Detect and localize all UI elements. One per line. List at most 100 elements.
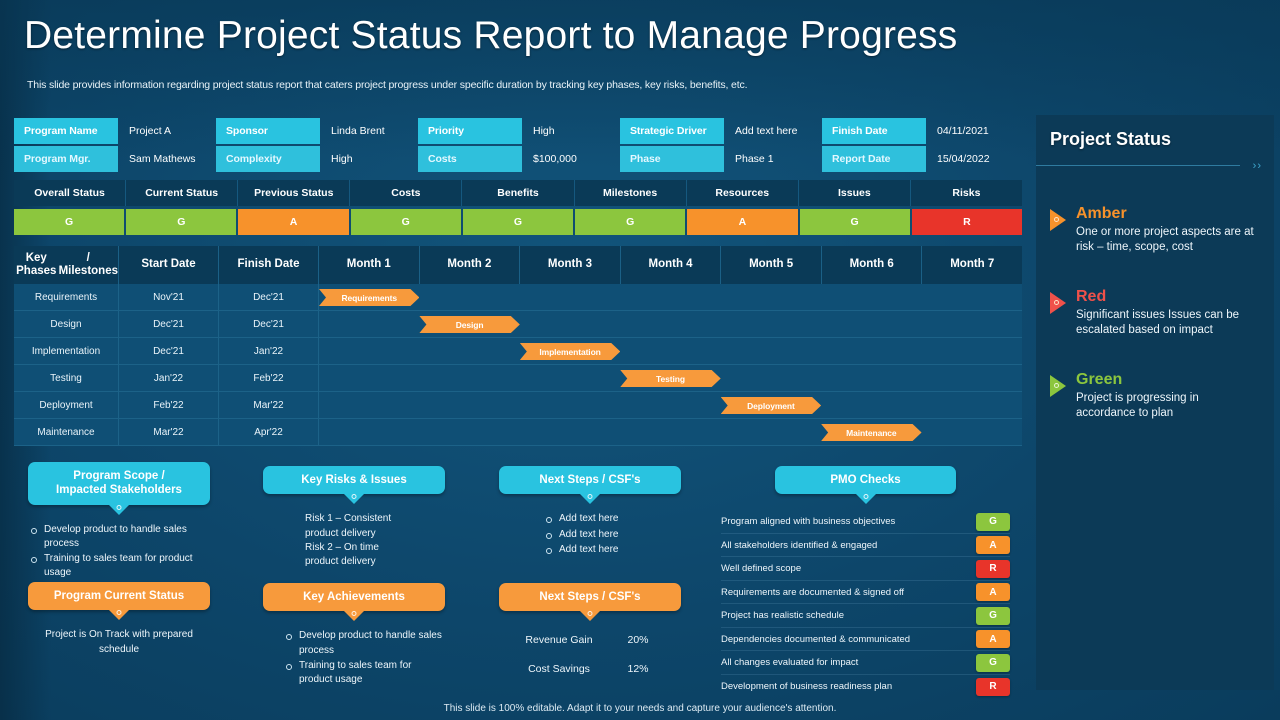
gantt-cell-month-5 (720, 338, 822, 365)
info-label-row1-2: Priority (418, 118, 522, 144)
card-notch-icon (351, 494, 357, 500)
gantt-cell-phase: Requirements (14, 284, 119, 311)
card-program-current-status-title: Program Current Status (53, 590, 185, 602)
legend-name-green: Green (1076, 371, 1123, 389)
next-step-item-1: Add text here (543, 528, 681, 542)
gantt-cell-phase: Implementation (14, 338, 119, 365)
card-next-steps-csf-title: Next Steps / CSF's (539, 474, 641, 486)
info-label-row2-0: Program Mgr. (14, 146, 118, 172)
key-risk-line-1: product delivery (305, 527, 376, 539)
rag-value-6: A (687, 209, 800, 235)
program-info-row-2: Program Mgr. Sam Mathews Complexity High Cos… (14, 146, 1022, 172)
gantt-cell-month-1 (319, 338, 420, 365)
benefit-metric-value-1: 12% (627, 663, 649, 676)
info-label-row1-1: Sponsor (216, 118, 320, 144)
pmo-check-row: Requirements are documented & signed off… (721, 581, 1010, 605)
gantt-cell-month-6 (821, 392, 922, 419)
gantt-cell-start-date: Feb'22 (119, 392, 219, 419)
info-label-row2-3: Phase (620, 146, 724, 172)
benefit-metrics-list: Revenue Gain 20% Cost Savings 12% (511, 633, 681, 677)
gantt-cell-month-7 (921, 338, 1022, 365)
card-program-scope-title-line2: Impacted Stakeholders (56, 484, 182, 497)
rag-header-1: Current Status (126, 180, 239, 206)
page-subtitle: This slide provides information regardin… (27, 79, 748, 91)
rag-status-header-row: Overall Status Current Status Previous Sta… (14, 180, 1022, 206)
gantt-cell-month-5 (720, 311, 822, 338)
gantt-header-month-5: Month 5 (721, 246, 822, 284)
legend-name-amber: Amber (1076, 205, 1127, 222)
gantt-row: Requirements Nov'21 Dec'21 Requirements (14, 284, 1022, 311)
info-value-row2-3: Phase 1 (735, 153, 774, 165)
gantt-header-month-4: Month 4 (621, 246, 722, 284)
status-legend-list: Amber One or more project aspects are at … (1036, 205, 1274, 421)
gantt-cell-month-4 (620, 365, 721, 392)
pmo-check-text-6: All changes evaluated for impact (721, 657, 859, 669)
gantt-cell-month-4 (620, 284, 721, 311)
gantt-cell-month-6 (821, 338, 922, 365)
card-notch-icon (116, 610, 122, 616)
gantt-cell-month-1 (319, 392, 420, 419)
gantt-row: Maintenance Mar'22 Apr'22 Maintenance (14, 419, 1022, 446)
rag-value-8: R (911, 209, 1022, 235)
gantt-cell-month-5 (720, 392, 822, 419)
gantt-cell-month-3 (519, 311, 621, 338)
pmo-check-row: Development of business readiness plan R (721, 675, 1010, 699)
legend-text-red: Red Significant issues Issues can be esca… (1076, 288, 1260, 338)
key-achievement-item-0: Develop product to handle sales process (283, 629, 445, 657)
info-value-row2-0: Sam Mathews (129, 153, 196, 165)
gantt-cell-month-1 (319, 284, 420, 311)
gantt-row: Implementation Dec'21 Jan'22 Implementation (14, 338, 1022, 365)
benefit-metric-key-0: Revenue Gain (525, 634, 593, 647)
gantt-cell-month-6 (821, 419, 922, 446)
sidebar-divider: ›› (1036, 160, 1274, 172)
gantt-cell-month-3 (519, 338, 621, 365)
gantt-header-row: Key Phases / Milestones Start Date Finish D… (14, 246, 1022, 284)
pmo-check-text-5: Dependencies documented & communicated (721, 633, 911, 645)
info-value-row1-3: Add text here (735, 125, 798, 137)
gantt-header-month-3: Month 3 (520, 246, 621, 284)
program-scope-item-0: Develop product to handle sales process (28, 523, 210, 551)
card-next-steps-benefits-body: Revenue Gain 20% Cost Savings 12% (499, 633, 681, 677)
key-risk-line-3: product delivery (305, 555, 376, 567)
rag-value-4: G (462, 209, 576, 235)
next-step-item-2: Add text here (543, 543, 681, 557)
slide-root: Determine Project Status Report to Manag… (0, 0, 1280, 720)
pmo-check-text-7: Development of business readiness plan (721, 681, 893, 693)
pmo-check-text-4: Project has realistic schedule (721, 610, 845, 622)
card-key-achievements-body: Develop product to handle sales process T… (263, 629, 445, 687)
program-current-status-text: Project is On Track with prepared schedu… (45, 629, 193, 655)
gantt-cell-month-3 (519, 392, 621, 419)
card-notch-icon (587, 494, 593, 500)
rag-header-6: Resources (686, 180, 799, 206)
gantt-row: Testing Jan'22 Feb'22 Testing (14, 365, 1022, 392)
gantt-cell-finish-date: Feb'22 (219, 365, 319, 392)
gantt-body: Requirements Nov'21 Dec'21 Requirements Desi… (14, 284, 1022, 446)
key-risk-line-2: Risk 2 – On time (305, 541, 379, 553)
pmo-status-badge-0: G (976, 512, 1010, 531)
key-risks-lines: Risk 1 – Consistent product delivery Risk … (305, 512, 445, 569)
card-program-scope-header: Program Scope / Impacted Stakeholders (28, 462, 210, 510)
gantt-cell-finish-date: Dec'21 (219, 311, 319, 338)
gantt-cell-finish-date: Dec'21 (219, 284, 319, 311)
rag-value-5: G (575, 209, 688, 235)
card-next-steps-csf-body: Add text here Add text here Add text here (499, 512, 681, 557)
gantt-cell-month-3 (519, 419, 621, 446)
key-risk-line-0: Risk 1 – Consistent (305, 513, 392, 525)
chevron-right-icon: ›› (1252, 160, 1262, 172)
gantt-header-phase-l2: / Milestones (58, 251, 118, 277)
card-next-steps-benefits-header: Next Steps / CSF's (499, 583, 681, 617)
rag-header-3: Costs (350, 180, 463, 206)
card-notch-icon (863, 494, 868, 500)
gantt-cell-month-3 (519, 284, 621, 311)
info-value-row2-4: 15/04/2022 (937, 153, 990, 165)
gantt-cell-start-date: Dec'21 (119, 338, 219, 365)
gantt-header-finish-date: Finish Date (219, 246, 319, 284)
card-program-scope-body: Develop product to handle sales process T… (28, 523, 210, 581)
rag-value-0: G (14, 209, 127, 235)
card-key-risks-header: Key Risks & Issues (263, 466, 445, 500)
pmo-status-badge-7: R (976, 677, 1010, 696)
gantt-header-phase-l1: Key Phases (16, 251, 57, 277)
gantt-cell-month-2 (419, 311, 520, 338)
pmo-check-row: Well defined scope R (721, 557, 1010, 581)
gantt-cell-month-7 (921, 365, 1022, 392)
